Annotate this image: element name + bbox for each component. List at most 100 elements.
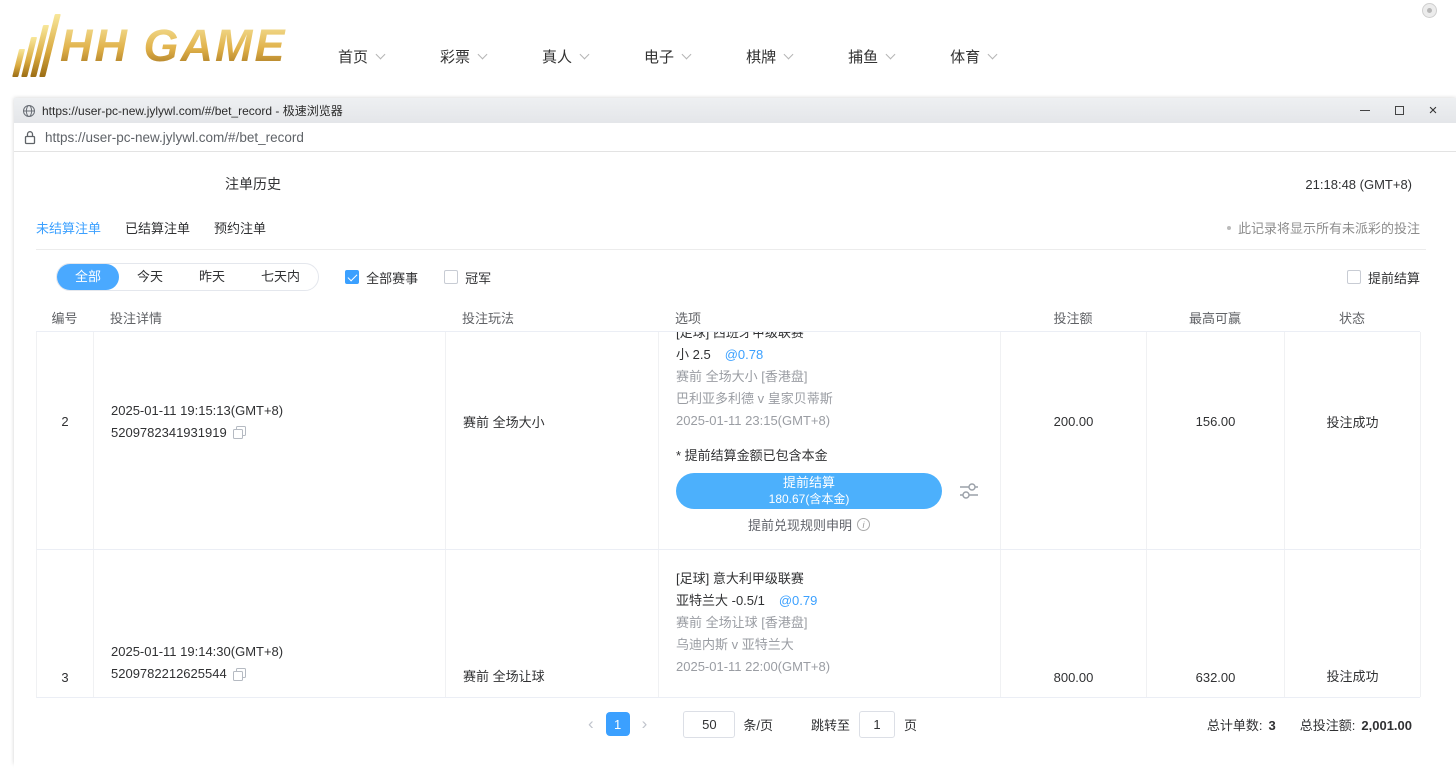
header-option: 选项	[658, 308, 1000, 327]
maximize-button[interactable]	[1382, 98, 1416, 123]
cashout-rule-link[interactable]: 提前兑现规则申明 i	[676, 515, 942, 534]
cell-status: 投注成功	[1285, 550, 1421, 697]
table-row: 2 2025-01-11 19:15:13(GMT+8) 52097823419…	[36, 332, 1420, 550]
close-button[interactable]: ×	[1416, 98, 1450, 123]
logo-bars-icon	[12, 14, 61, 77]
url-text[interactable]: https://user-pc-new.jylywl.com/#/bet_rec…	[45, 130, 304, 145]
early-settle-note: * 提前结算金额已包含本金	[676, 446, 1000, 466]
address-bar[interactable]: https://user-pc-new.jylywl.com/#/bet_rec…	[14, 123, 1456, 152]
header-no: 编号	[36, 308, 93, 327]
chevron-down-icon	[886, 50, 896, 60]
jump-label: 跳转至	[811, 715, 850, 734]
option-odds: @0.78	[725, 347, 764, 362]
maximize-icon	[1395, 106, 1404, 115]
tab-settled[interactable]: 已结算注单	[125, 218, 190, 237]
cell-play: 赛前 全场大小	[446, 332, 659, 549]
nav-item-lottery[interactable]: 彩票	[440, 46, 486, 67]
tab-reserved[interactable]: 预约注单	[214, 218, 266, 237]
cell-detail: 2025-01-11 19:15:13(GMT+8) 5209782341931…	[94, 332, 446, 549]
cell-max-win: 632.00	[1147, 550, 1285, 697]
nav-item-fishing[interactable]: 捕鱼	[848, 46, 894, 67]
cashout-amount: 180.67(含本金)	[769, 491, 850, 507]
all-events-checkbox[interactable]: 全部赛事	[345, 268, 418, 287]
site-logo[interactable]: HH GAME	[20, 14, 287, 77]
total-amount: 总投注额:2,001.00	[1300, 715, 1412, 734]
option-match: 乌迪内斯 v 亚特兰大	[676, 634, 1000, 656]
globe-icon	[22, 104, 36, 118]
option-league: [足球] 意大利甲级联赛	[676, 568, 1000, 590]
nav-item-home[interactable]: 首页	[338, 46, 384, 67]
range-all[interactable]: 全部	[57, 264, 119, 290]
range-today[interactable]: 今天	[119, 264, 181, 290]
bet-id-row: 5209782341931919	[111, 422, 445, 444]
checkbox-unchecked-icon	[444, 270, 458, 284]
bet-time: 2025-01-11 19:14:30(GMT+8)	[111, 641, 445, 663]
cell-option: [足球] 意大利甲级联赛 亚特兰大 -0.5/1@0.79 赛前 全场让球 [香…	[659, 550, 1001, 697]
checkbox-unchecked-icon	[1347, 270, 1361, 284]
cashout-label: 提前结算	[783, 475, 835, 491]
pager: ‹ 1 › 条/页 跳转至 页	[580, 708, 917, 740]
jump-page-input[interactable]	[859, 711, 895, 738]
chevron-down-icon	[682, 50, 692, 60]
option-match: 巴利亚多利德 v 皇家贝蒂斯	[676, 388, 1000, 410]
range-seven-days[interactable]: 七天内	[243, 264, 318, 290]
bet-table: 编号 投注详情 投注玩法 选项 投注额 最高可赢 状态 2 2025-01-11…	[36, 304, 1420, 698]
tab-unsettled[interactable]: 未结算注单	[36, 218, 101, 237]
cell-no: 3	[37, 550, 94, 697]
bet-id-row: 5209782212625544	[111, 663, 445, 685]
next-page-icon[interactable]: ›	[634, 714, 656, 734]
nav-item-slots[interactable]: 电子	[644, 46, 690, 67]
cell-max-win: 156.00	[1147, 332, 1285, 549]
cashout-row: 提前结算 180.67(含本金)	[676, 473, 1000, 509]
date-range-group: 全部 今天 昨天 七天内	[56, 263, 319, 291]
prev-page-icon[interactable]: ‹	[580, 714, 602, 734]
info-icon: i	[857, 518, 870, 531]
cell-option: [足球] 西班牙甲级联赛 小 2.5 @0.78 赛前 全场大小 [香港盘] 巴利…	[659, 332, 1001, 549]
dot-icon	[1227, 226, 1231, 230]
copy-icon[interactable]	[233, 426, 246, 439]
cashout-adjust-icon[interactable]	[958, 482, 980, 500]
browser-window: https://user-pc-new.jylywl.com/#/bet_rec…	[14, 98, 1456, 764]
page-size-input[interactable]	[683, 711, 735, 738]
cell-status: 投注成功	[1285, 332, 1421, 549]
bet-record-page: 注单历史 21:18:48 (GMT+8) 未结算注单 已结算注单 预约注单 此…	[14, 170, 1456, 780]
early-settle-checkbox[interactable]: 提前结算	[1347, 268, 1420, 287]
option-market: 赛前 全场大小 [香港盘]	[676, 366, 1000, 388]
option-match-time: 2025-01-11 23:15(GMT+8)	[676, 410, 1000, 432]
floating-widget-icon[interactable]	[1422, 3, 1437, 18]
header-play: 投注玩法	[445, 308, 658, 327]
browser-titlebar: https://user-pc-new.jylywl.com/#/bet_rec…	[14, 98, 1456, 123]
chevron-down-icon	[478, 50, 488, 60]
nav-item-live[interactable]: 真人	[542, 46, 588, 67]
site-header: HH GAME 首页 彩票 真人 电子 棋牌 捕鱼 体育	[0, 0, 1456, 97]
title-row: 注单历史 21:18:48 (GMT+8)	[14, 170, 1456, 198]
copy-icon[interactable]	[233, 668, 246, 681]
tabs-row: 未结算注单 已结算注单 预约注单 此记录将显示所有未派彩的投注	[36, 218, 1426, 250]
bet-id: 5209782341931919	[111, 422, 227, 444]
option-pick: 小 2.5	[676, 347, 711, 362]
lock-icon	[24, 130, 36, 145]
header-max-win: 最高可赢	[1146, 308, 1284, 327]
chevron-down-icon	[988, 50, 998, 60]
cashout-button[interactable]: 提前结算 180.67(含本金)	[676, 473, 942, 509]
server-clock: 21:18:48 (GMT+8)	[1305, 177, 1412, 192]
option-odds: @0.79	[779, 593, 818, 608]
option-match-time: 2025-01-11 22:00(GMT+8)	[676, 656, 1000, 678]
cell-no: 2	[37, 332, 94, 549]
nav-item-cards[interactable]: 棋牌	[746, 46, 792, 67]
chevron-down-icon	[784, 50, 794, 60]
header-detail: 投注详情	[93, 308, 445, 327]
minimize-icon	[1360, 110, 1370, 111]
logo-text: HH GAME	[60, 14, 287, 77]
chevron-down-icon	[580, 50, 590, 60]
nav-item-sports[interactable]: 体育	[950, 46, 996, 67]
minimize-button[interactable]	[1348, 98, 1382, 123]
totals: 总计单数:3 总投注额:2,001.00	[1183, 708, 1412, 740]
champion-checkbox[interactable]: 冠军	[444, 268, 491, 287]
range-yesterday[interactable]: 昨天	[181, 264, 243, 290]
option-pick-row: 亚特兰大 -0.5/1@0.79	[676, 590, 1000, 612]
page-number-1[interactable]: 1	[606, 712, 630, 736]
option-league: [足球] 西班牙甲级联赛	[676, 332, 1000, 344]
record-note: 此记录将显示所有未派彩的投注	[1227, 218, 1420, 237]
cell-play: 赛前 全场让球	[446, 550, 659, 697]
